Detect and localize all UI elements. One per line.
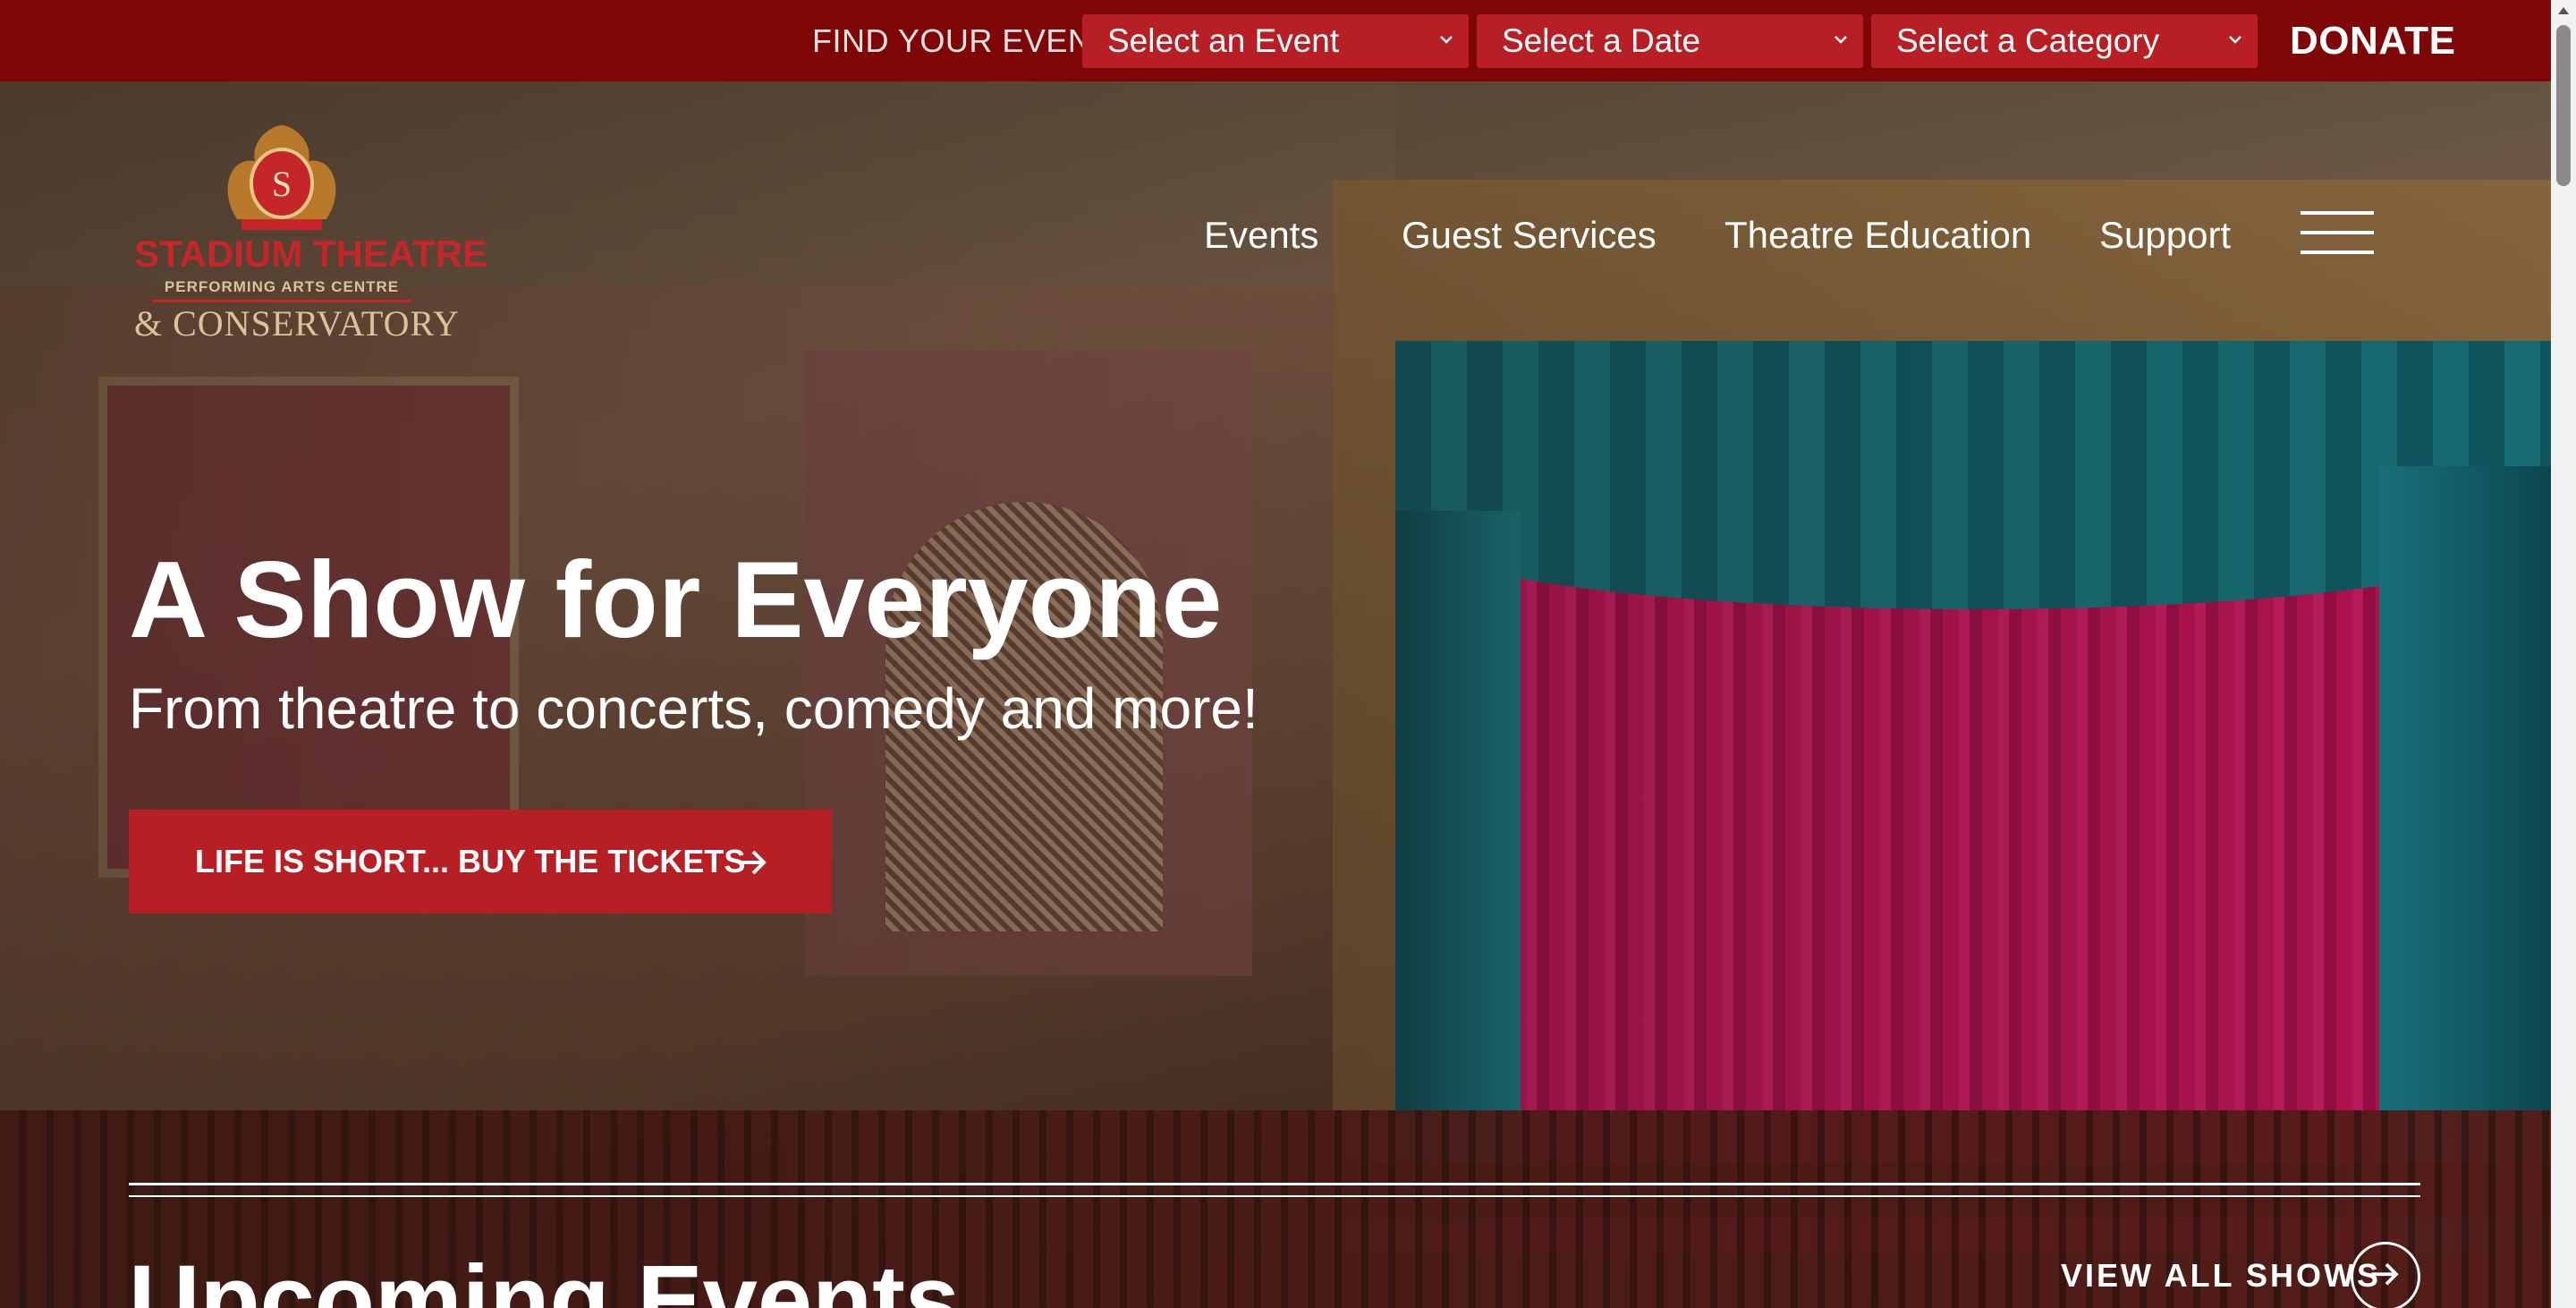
logo-subtitle: PERFORMING ARTS CENTRE bbox=[164, 278, 400, 295]
nav-item-theatre-education[interactable]: Theatre Education bbox=[1724, 204, 2031, 267]
chevron-down-icon bbox=[1440, 36, 1453, 44]
section-heading: Upcoming Events bbox=[129, 1245, 961, 1308]
nav-item-guest-services[interactable]: Guest Services bbox=[1402, 204, 1657, 267]
arrow-right-icon bbox=[741, 850, 767, 875]
select-event-value: Select an Event bbox=[1107, 22, 1340, 59]
scroll-up-icon[interactable] bbox=[2558, 7, 2569, 14]
logo-title: STADIUM THEATRE bbox=[134, 233, 488, 275]
view-all-shows-button[interactable] bbox=[2351, 1242, 2420, 1308]
page-scrollbar[interactable] bbox=[2551, 0, 2576, 1308]
nav-item-support[interactable]: Support bbox=[2099, 204, 2231, 267]
find-your-event-label: FIND YOUR EVENT bbox=[812, 22, 1112, 59]
nav-item-events[interactable]: Events bbox=[1204, 204, 1318, 267]
menu-hamburger-icon[interactable] bbox=[2301, 208, 2374, 258]
arrow-right-icon bbox=[2371, 1262, 2399, 1286]
site-logo[interactable]: S STADIUM THEATRE PERFORMING ARTS CENTRE… bbox=[134, 121, 488, 349]
donate-link[interactable]: DONATE bbox=[2290, 0, 2456, 81]
scrollbar-thumb[interactable] bbox=[2556, 25, 2571, 186]
view-all-shows-link[interactable]: VIEW ALL SHOWS bbox=[2061, 1257, 2381, 1295]
chevron-down-icon bbox=[2229, 36, 2241, 44]
select-category-value: Select a Category bbox=[1896, 22, 2160, 59]
section-divider bbox=[129, 1183, 2420, 1185]
buy-tickets-button[interactable]: LIFE IS SHORT... BUY THE TICKETS bbox=[129, 810, 832, 913]
select-date-dropdown[interactable]: Select a Date bbox=[1477, 14, 1863, 68]
buy-tickets-label: LIFE IS SHORT... BUY THE TICKETS bbox=[195, 843, 746, 879]
select-date-value: Select a Date bbox=[1502, 22, 1701, 59]
logo-tagline: & CONSERVATORY bbox=[134, 303, 460, 344]
hero-subtitle: From theatre to concerts, comedy and mor… bbox=[129, 676, 1258, 741]
top-bar: FIND YOUR EVENT Select an Event Select a… bbox=[0, 0, 2551, 81]
select-event-dropdown[interactable]: Select an Event bbox=[1082, 14, 1469, 68]
select-category-dropdown[interactable]: Select a Category bbox=[1871, 14, 2258, 68]
hero-title: A Show for Everyone bbox=[129, 539, 1223, 660]
svg-text:S: S bbox=[272, 164, 292, 204]
section-divider bbox=[129, 1195, 2420, 1197]
chevron-down-icon bbox=[1835, 36, 1847, 44]
